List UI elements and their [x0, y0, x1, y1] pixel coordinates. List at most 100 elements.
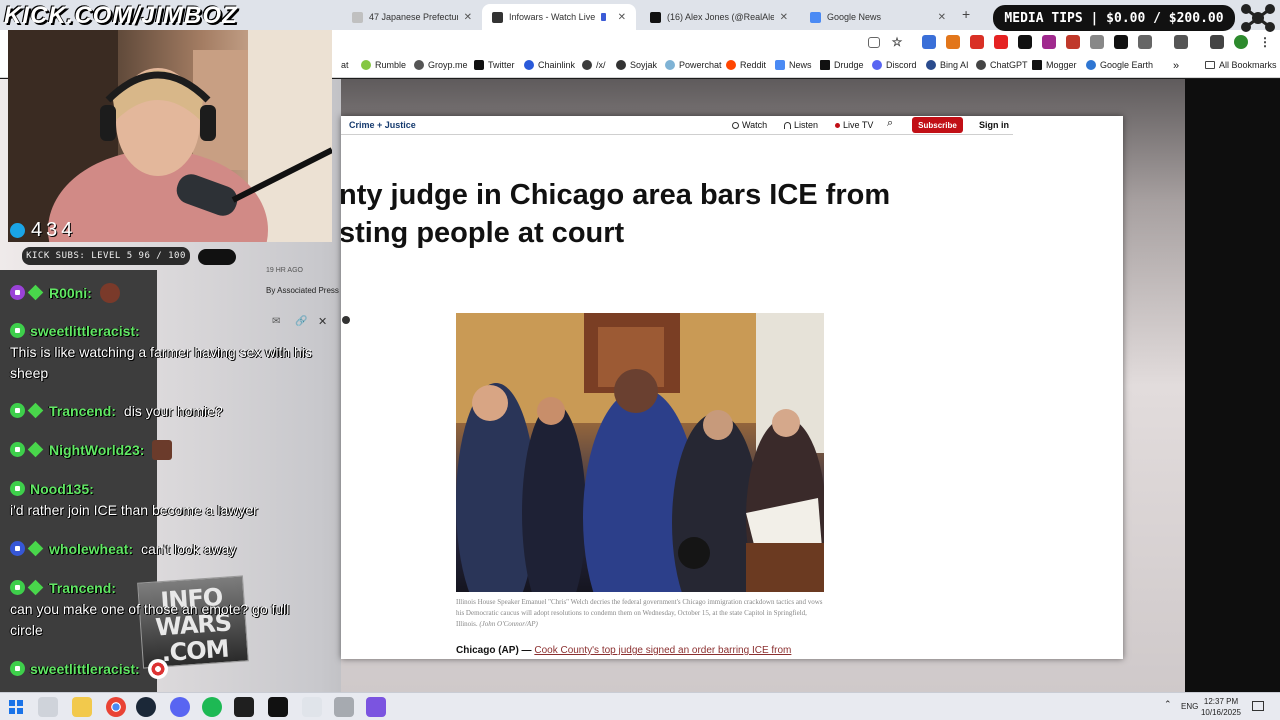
chat-text: can you make one of those an emote? go f… [10, 601, 290, 638]
tab-infowars[interactable]: Infowars - Watch Live ✕ [482, 4, 636, 30]
discord-icon[interactable] [170, 697, 190, 717]
listen-link[interactable]: Listen [784, 120, 818, 130]
chat-username[interactable]: NightWorld23: [49, 442, 144, 458]
more-menu-icon[interactable]: ⋮ [1258, 35, 1272, 49]
split-view-icon[interactable] [1174, 35, 1188, 49]
bookmark-chainlink[interactable]: Chainlink [524, 60, 575, 70]
tray-overflow-icon[interactable]: ⌃ [1164, 699, 1172, 710]
chat-username[interactable]: R00ni: [49, 285, 92, 301]
board-icon [582, 60, 592, 70]
chrome-icon[interactable] [106, 697, 126, 717]
search-icon[interactable]: ⌕ [887, 117, 893, 130]
language-indicator[interactable]: ENG [1181, 702, 1198, 711]
tab-prefectures[interactable]: 47 Japanese Prefectures Ste ✕ [342, 4, 482, 30]
bookmark-label: Mogger [1046, 60, 1077, 70]
windows-taskbar: ⌃ ENG 12:37 PM 10/16/2025 [0, 692, 1280, 720]
task-view-icon[interactable] [38, 697, 58, 717]
bookmark-label: Reddit [740, 60, 767, 70]
watch-link[interactable]: Watch [732, 120, 767, 130]
bookmarks-overflow-button[interactable]: » [1173, 60, 1179, 72]
chat-username[interactable]: wholewheat: [49, 541, 133, 557]
sign-in-link[interactable]: Sign in [979, 120, 1009, 130]
dateline: Chicago (AP) — [456, 645, 532, 656]
system-clock[interactable]: 12:37 PM 10/16/2025 [1199, 696, 1243, 718]
bookmark-bing-ai[interactable]: Bing AI [926, 60, 969, 70]
bookmark-chatgpt[interactable]: ChatGPT [976, 60, 1028, 70]
profile-avatar-icon[interactable] [1234, 35, 1248, 49]
live-tv-link[interactable]: Live TV [835, 120, 873, 130]
bookmark-label: Rumble [375, 60, 407, 70]
metamask-icon[interactable] [946, 35, 960, 49]
tab-title: (16) Alex Jones (@RealAlexJone [667, 12, 774, 22]
kick-subs-progress-icon [198, 249, 236, 265]
close-icon[interactable]: ✕ [938, 12, 946, 23]
install-app-icon[interactable] [868, 37, 880, 48]
bookmark-rumble[interactable]: Rumble [361, 60, 406, 70]
article-headline: nty judge in Chicago area bars ICE from … [341, 176, 1009, 252]
emote-icon [99, 283, 120, 303]
chat-username[interactable]: sweetlittleracist: [30, 323, 140, 339]
extension-icon[interactable] [1018, 35, 1032, 49]
app-icon[interactable] [334, 697, 354, 717]
menu-list-icon[interactable] [1210, 35, 1224, 49]
tab-google-news[interactable]: Google News ✕ [800, 4, 956, 30]
notifications-icon[interactable] [1252, 701, 1264, 711]
tab-alex-jones[interactable]: (16) Alex Jones (@RealAlexJone ✕ [640, 4, 798, 30]
diamond-badge-icon [27, 402, 44, 419]
subscribe-button[interactable]: Subscribe [912, 117, 963, 133]
close-icon[interactable]: ✕ [618, 12, 626, 23]
target-emote-icon [147, 659, 168, 679]
close-icon[interactable]: ✕ [780, 12, 788, 23]
chat-username[interactable]: sweetlittleracist: [30, 661, 140, 677]
bookmark-mogger[interactable]: Mogger [1032, 60, 1077, 70]
terminal-icon[interactable] [234, 697, 254, 717]
chatgpt-icon [976, 60, 986, 70]
bookmark-drudge[interactable]: Drudge [820, 60, 864, 70]
obs-icon[interactable] [268, 697, 288, 717]
chat-username[interactable]: Trancend: [49, 580, 116, 596]
molecule-logo-icon [1241, 4, 1275, 32]
bookmark-discord[interactable]: Discord [872, 60, 917, 70]
file-explorer-icon[interactable] [72, 697, 92, 717]
x-extension-icon[interactable] [1114, 35, 1128, 49]
bookmark-label: Drudge [834, 60, 864, 70]
media-tips-goal: MEDIA TIPS | $0.00 / $200.00 [993, 5, 1235, 31]
star-icon[interactable]: ☆ [890, 35, 904, 49]
app-icon[interactable] [302, 697, 322, 717]
bookmark-soyjak[interactable]: Soyjak [616, 60, 657, 70]
close-icon[interactable]: ✕ [464, 12, 472, 23]
all-bookmarks-button[interactable]: All Bookmarks [1205, 60, 1277, 70]
steam-icon[interactable] [136, 697, 156, 717]
bookmark-x-board[interactable]: /x/ [582, 60, 606, 70]
x-favicon-icon [650, 11, 661, 23]
bookmark-google-earth[interactable]: Google Earth [1086, 60, 1153, 70]
headphones-icon [784, 121, 791, 129]
bookmark-item[interactable]: at [341, 60, 349, 70]
bookmark-label: Chainlink [538, 60, 576, 70]
bookmark-twitter[interactable]: Twitter [474, 60, 515, 70]
extension-icon[interactable] [1066, 35, 1080, 49]
puzzle-icon[interactable] [1138, 35, 1152, 49]
subscriber-badge-icon [10, 442, 25, 457]
section-link[interactable]: Crime + Justice [349, 120, 416, 130]
bookmark-reddit[interactable]: Reddit [726, 60, 766, 70]
extension-icon[interactable] [1090, 35, 1104, 49]
app-icon[interactable] [366, 697, 386, 717]
extension-icon[interactable] [994, 35, 1008, 49]
tab-favicon [352, 11, 363, 23]
chat-username[interactable]: Nood135: [30, 481, 94, 497]
windows-start-icon[interactable] [6, 697, 26, 717]
extension-icon[interactable] [970, 35, 984, 49]
extension-icon[interactable] [1042, 35, 1056, 49]
bookmark-powerchat[interactable]: Powerchat [665, 60, 722, 70]
extension-icon[interactable] [922, 35, 936, 49]
subscriber-badge-icon [10, 323, 25, 338]
facebook-share-icon[interactable] [342, 316, 350, 324]
bookmark-groyp[interactable]: Groyp.me [414, 60, 468, 70]
chat-username[interactable]: Trancend: [49, 403, 116, 419]
bookmark-news[interactable]: News [775, 60, 812, 70]
listen-label: Listen [794, 120, 819, 130]
new-tab-button[interactable]: + [962, 6, 970, 22]
body-text[interactable]: Cook County's top judge signed an order … [534, 645, 791, 656]
spotify-icon[interactable] [202, 697, 222, 717]
